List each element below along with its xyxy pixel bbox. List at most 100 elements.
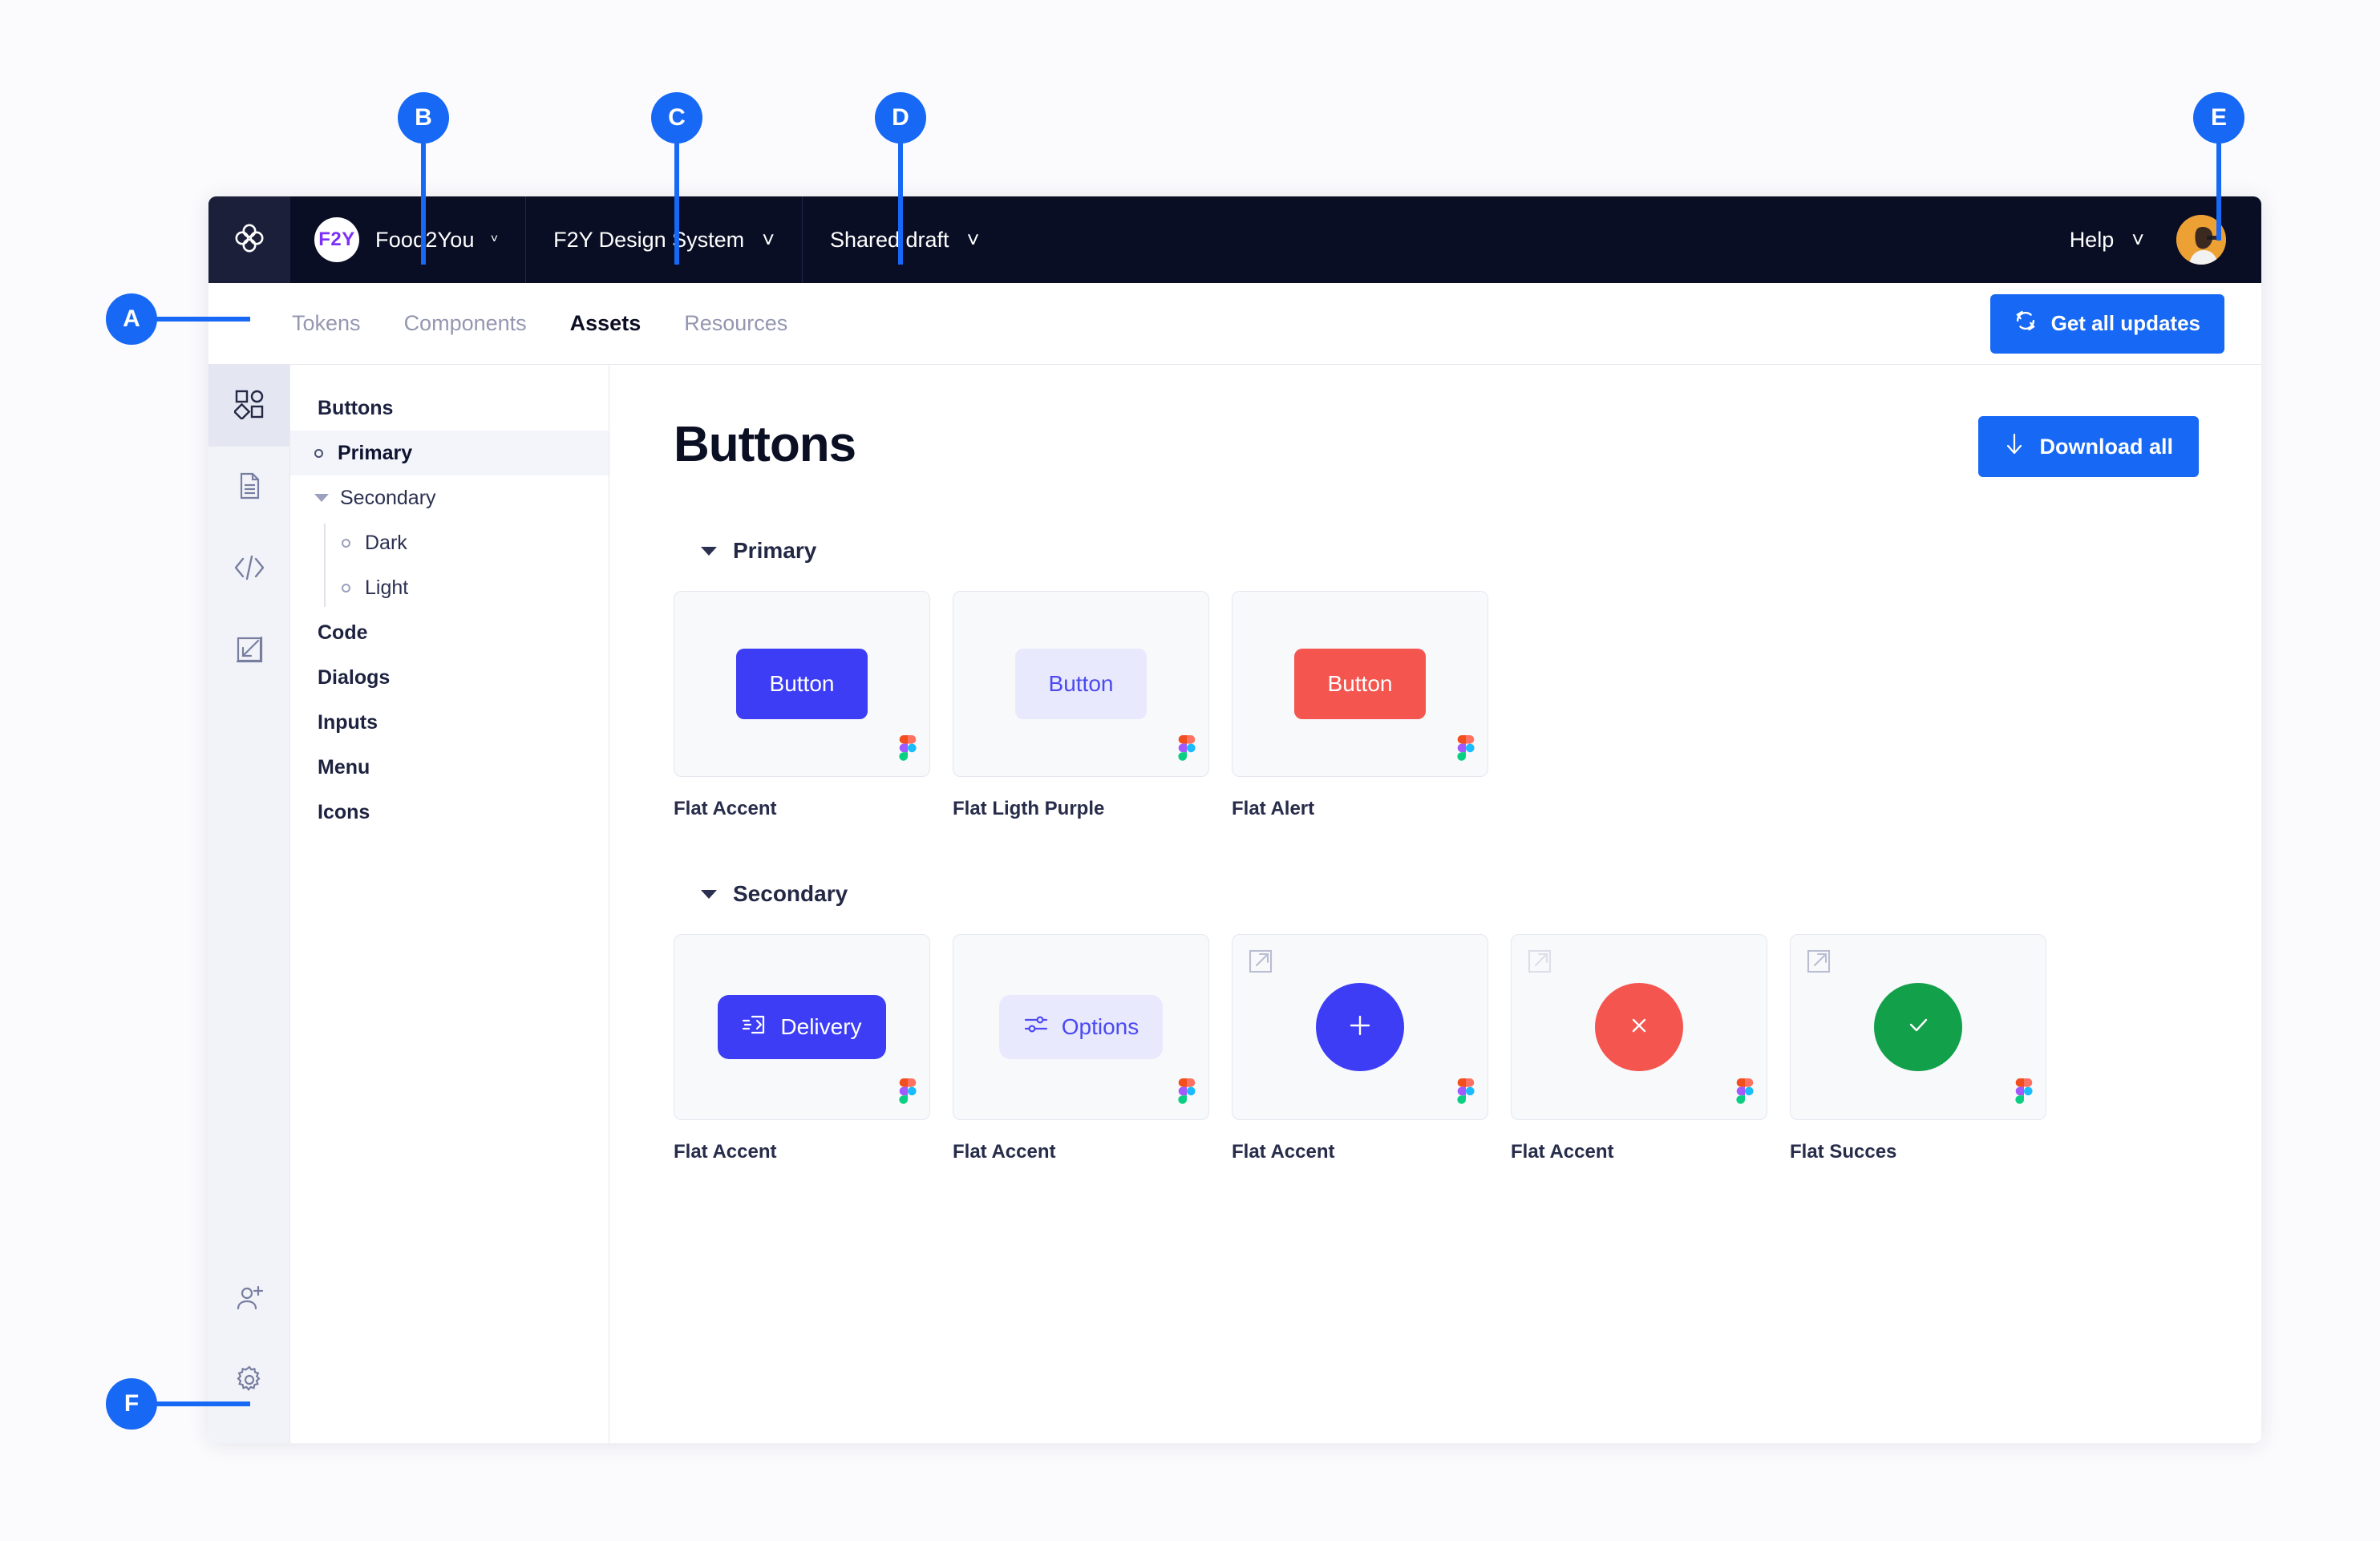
gear-icon [234, 1365, 265, 1399]
download-all-button[interactable]: Download all [1978, 416, 2199, 477]
workspace-switcher[interactable]: F2Y Food2You ˅ [290, 196, 527, 283]
external-link-icon[interactable] [1528, 949, 1552, 977]
asset-card-preview[interactable]: Delivery [674, 934, 930, 1120]
section-secondary: Secondary Delivery Flat Accent Options F… [674, 881, 2199, 1163]
sidebar-item-dark[interactable]: Dark [290, 520, 609, 565]
preview-button[interactable] [1595, 983, 1683, 1071]
app-loop-logo-icon [232, 220, 267, 260]
asset-card-preview[interactable]: Button [1232, 591, 1488, 777]
sidebar-item-label: Dark [365, 531, 407, 554]
section-primary-header[interactable]: Primary [701, 538, 2199, 564]
sidebar-item-icons[interactable]: Icons [290, 790, 609, 835]
rail-item-invite-member[interactable] [208, 1259, 289, 1341]
sidebar-item-buttons[interactable]: Buttons [290, 386, 609, 431]
section-secondary-header[interactable]: Secondary [701, 881, 2199, 907]
asset-card-label: Flat Accent [674, 798, 777, 819]
callout-marker-a: A [106, 293, 157, 345]
top-bar: F2Y Food2You ˅ F2Y Design System ˅ Share… [208, 196, 2261, 283]
download-arrow-icon [2004, 432, 2025, 462]
asset-card-preview[interactable] [1790, 934, 2046, 1120]
preview-button[interactable]: Button [736, 649, 868, 719]
sidebar-item-light[interactable]: Light [290, 565, 609, 610]
sidebar-item-secondary[interactable]: Secondary [290, 475, 609, 520]
project-switcher[interactable]: F2Y Design System ˅ [526, 196, 803, 283]
secondary-card-grid: Delivery Flat Accent Options Flat Accent… [674, 934, 2199, 1163]
icon-rail [208, 365, 290, 1443]
sidebar-item-label: Light [365, 576, 409, 599]
sidebar-item-label: Primary [338, 441, 413, 464]
callout-line-f [154, 1401, 250, 1406]
share-status-switcher[interactable]: Shared draft ˅ [803, 196, 1006, 283]
sidebar-item-dialogs[interactable]: Dialogs [290, 655, 609, 700]
rail-item-settings[interactable] [208, 1341, 289, 1422]
section-title: Primary [733, 538, 817, 563]
chevron-down-icon: ˅ [2131, 227, 2144, 252]
preview-button[interactable]: Options [998, 995, 1164, 1059]
refresh-icon [2014, 309, 2037, 338]
help-menu[interactable]: Help ˅ [2070, 196, 2176, 283]
sidebar-item-inputs[interactable]: Inputs [290, 700, 609, 745]
callout-marker-b: B [398, 92, 449, 144]
close-x-icon [1626, 1013, 1652, 1042]
asset-card-preview[interactable]: Button [674, 591, 930, 777]
sidebar-item-label: Code [318, 621, 368, 644]
figma-logo-icon [1178, 1078, 1196, 1108]
figma-logo-icon [1178, 735, 1196, 765]
rail-item-documentation[interactable] [208, 447, 289, 528]
plus-icon [1346, 1012, 1374, 1043]
callout-letter: A [123, 305, 140, 332]
callout-letter: E [2210, 104, 2227, 131]
get-all-updates-label: Get all updates [2050, 311, 2200, 335]
sidebar-item-label: Dialogs [318, 665, 391, 689]
asset-card-flat-ligth-purple: Button Flat Ligth Purple [953, 591, 1209, 820]
asset-card-preview[interactable] [1511, 934, 1767, 1120]
asset-card-close-fab: Flat Accent [1511, 934, 1767, 1163]
asset-card-label: Flat Accent [953, 1141, 1056, 1163]
figma-logo-icon [1736, 1078, 1754, 1108]
rail-item-code[interactable] [208, 528, 289, 610]
preview-button[interactable]: Button [1015, 649, 1147, 719]
preview-button[interactable]: Button [1294, 649, 1426, 719]
tab-resources[interactable]: Resources [684, 311, 787, 336]
caret-down-icon [701, 889, 717, 899]
tab-tokens[interactable]: Tokens [292, 311, 361, 336]
figma-logo-icon [899, 735, 917, 765]
project-name: F2Y Design System [553, 227, 745, 252]
shapes-icon [233, 389, 265, 423]
asset-card-label: Flat Ligth Purple [953, 798, 1105, 819]
sliders-icon [1023, 1013, 1049, 1041]
caret-down-icon [314, 494, 329, 502]
external-link-icon[interactable] [1249, 949, 1273, 977]
chevron-down-icon: ˅ [966, 227, 980, 252]
callout-letter: D [892, 104, 909, 131]
preview-button[interactable]: Delivery [718, 995, 886, 1059]
asset-card-label: Flat Alert [1232, 798, 1315, 819]
external-link-icon[interactable] [1807, 949, 1831, 977]
asset-card-preview[interactable] [1232, 934, 1488, 1120]
rail-item-components[interactable] [208, 365, 289, 447]
asset-card-preview[interactable]: Button [953, 591, 1209, 777]
sidebar-item-code[interactable]: Code [290, 610, 609, 655]
share-status-label: Shared draft [829, 227, 949, 252]
tab-assets[interactable]: Assets [570, 311, 642, 336]
figma-logo-icon [2015, 1078, 2033, 1108]
primary-card-grid: Button Flat Accent Button Flat Ligth Pur… [674, 591, 2199, 820]
preview-button-label: Delivery [780, 1014, 862, 1039]
asset-card-preview[interactable]: Options [953, 934, 1209, 1120]
tab-components[interactable]: Components [404, 311, 527, 336]
callout-letter: C [668, 104, 686, 131]
rail-item-import[interactable] [208, 610, 289, 692]
sidebar-item-primary[interactable]: Primary [290, 431, 609, 475]
sidebar-item-menu[interactable]: Menu [290, 745, 609, 790]
sidebar-item-label: Icons [318, 800, 370, 823]
get-all-updates-button[interactable]: Get all updates [1989, 293, 2224, 354]
preview-button-label: Options [1061, 1014, 1139, 1039]
preview-button[interactable] [1316, 983, 1404, 1071]
figma-logo-icon [1457, 1078, 1475, 1108]
asset-card-label: Flat Succes [1790, 1141, 1897, 1163]
preview-button[interactable] [1874, 983, 1962, 1071]
sidebar-item-label: Secondary [340, 486, 436, 509]
asset-tree-sidebar: Buttons Primary Secondary Dark Light Cod… [290, 365, 609, 1443]
app-logo-button[interactable] [208, 196, 290, 283]
